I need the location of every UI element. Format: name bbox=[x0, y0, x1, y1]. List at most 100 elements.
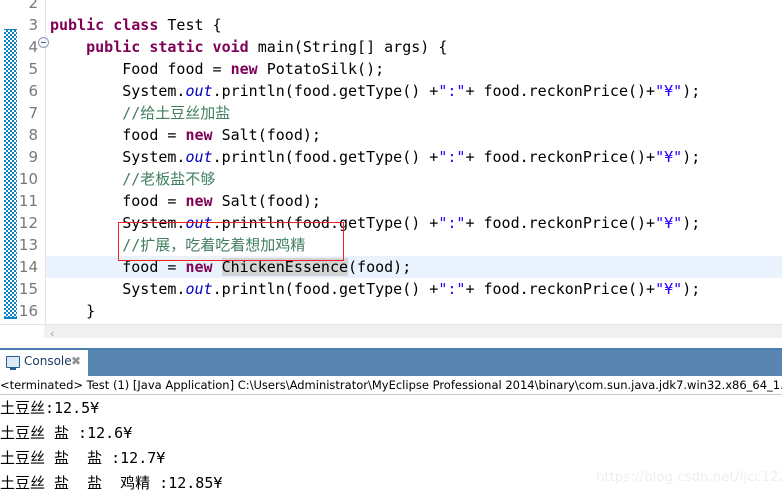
line-number: 2 bbox=[28, 0, 38, 12]
code-line[interactable]: 7 //给土豆丝加盐 bbox=[0, 102, 782, 124]
red-annotation-rectangle bbox=[118, 222, 344, 261]
editor-horizontal-scrollbar[interactable] bbox=[0, 324, 782, 338]
code-line[interactable]: 16 } bbox=[0, 300, 782, 322]
line-text: System.out.println(food.getType() +":"+ … bbox=[50, 278, 700, 300]
code-token: main(String[] args) { bbox=[257, 38, 448, 56]
console-output-line: 土豆丝:12.5¥ bbox=[0, 399, 100, 417]
line-text: food = new Salt(food); bbox=[50, 190, 321, 212]
fold-collapse-icon[interactable] bbox=[38, 37, 49, 48]
code-line[interactable]: 10 //老板盐不够 bbox=[0, 168, 782, 190]
code-token: ":" bbox=[438, 82, 466, 100]
line-number: 8 bbox=[28, 126, 38, 144]
line-number: 3 bbox=[28, 16, 38, 34]
code-token: ); bbox=[682, 148, 701, 166]
code-editor[interactable]: 2 3 public class Test {4 public static voi… bbox=[0, 0, 782, 338]
code-token: ); bbox=[682, 280, 701, 298]
code-token: new bbox=[185, 126, 222, 144]
code-token: out bbox=[185, 82, 213, 100]
tab-console[interactable]: Console ✖ bbox=[0, 350, 88, 376]
code-line[interactable]: 9 System.out.println(food.getType() +":"… bbox=[0, 146, 782, 168]
code-token: ":" bbox=[438, 280, 466, 298]
code-token: (food); bbox=[348, 258, 412, 276]
console-icon bbox=[6, 356, 20, 370]
line-number: 13 bbox=[18, 236, 38, 254]
code-token: .println(food.getType() + bbox=[212, 280, 439, 298]
line-text: Food food = new PotatoSilk(); bbox=[50, 58, 384, 80]
code-token: Salt(food); bbox=[221, 192, 321, 210]
code-token: Salt(food); bbox=[221, 126, 321, 144]
line-number: 15 bbox=[18, 280, 38, 298]
line-text: System.out.println(food.getType() +":"+ … bbox=[50, 146, 700, 168]
code-token: + food.reckonPrice()+ bbox=[465, 280, 656, 298]
code-token: "¥" bbox=[655, 214, 683, 232]
code-token: } bbox=[50, 302, 96, 320]
code-token: ":" bbox=[438, 214, 466, 232]
code-token: public static void bbox=[86, 38, 258, 56]
code-token: ":" bbox=[438, 148, 466, 166]
console-output-line: 土豆丝 盐 :12.6¥ bbox=[0, 424, 133, 442]
code-token: .println(food.getType() + bbox=[212, 148, 439, 166]
editor-scrollbar-thumb[interactable] bbox=[0, 325, 44, 338]
line-text: System.out.println(food.getType() +":"+ … bbox=[50, 80, 700, 102]
code-line[interactable]: 6 System.out.println(food.getType() +":"… bbox=[0, 80, 782, 102]
console-status-divider bbox=[0, 394, 782, 395]
line-number: 12 bbox=[18, 214, 38, 232]
code-token: new bbox=[185, 192, 222, 210]
code-token: System. bbox=[50, 82, 186, 100]
code-line[interactable]: 11 food = new Salt(food); bbox=[0, 190, 782, 212]
view-sash[interactable] bbox=[0, 339, 782, 348]
tab-console-label: Console bbox=[24, 354, 72, 368]
line-number: 16 bbox=[18, 302, 38, 320]
code-token: food = bbox=[50, 126, 186, 144]
line-text: public class Test { bbox=[50, 14, 222, 36]
code-token: ); bbox=[682, 214, 701, 232]
watermark: https://blog.csdn.net/ljcc122 bbox=[596, 470, 782, 485]
code-token: Test { bbox=[167, 16, 222, 34]
code-token: .println(food.getType() + bbox=[212, 82, 439, 100]
scroll-left-arrow-icon[interactable]: ‹ bbox=[50, 327, 54, 338]
console-output-line: 土豆丝 盐 盐 :12.7¥ bbox=[0, 449, 166, 467]
code-line[interactable]: 3 public class Test { bbox=[0, 14, 782, 36]
line-text: //老板盐不够 bbox=[50, 168, 215, 190]
code-line[interactable]: 15 System.out.println(food.getType() +":… bbox=[0, 278, 782, 300]
code-line[interactable]: 5 Food food = new PotatoSilk(); bbox=[0, 58, 782, 80]
code-token: + food.reckonPrice()+ bbox=[465, 82, 656, 100]
code-token: out bbox=[185, 280, 213, 298]
console-status-line: <terminated> Test (1) [Java Application]… bbox=[0, 378, 782, 392]
line-number: 7 bbox=[28, 104, 38, 122]
code-token: System. bbox=[50, 280, 186, 298]
code-token: //给土豆丝加盐 bbox=[122, 104, 231, 122]
code-token: food = bbox=[50, 192, 186, 210]
code-token: + food.reckonPrice()+ bbox=[465, 148, 656, 166]
code-token: ); bbox=[682, 82, 701, 100]
code-token: "¥" bbox=[655, 82, 683, 100]
line-number: 4 bbox=[28, 38, 38, 56]
line-text: } bbox=[50, 300, 95, 322]
line-number: 10 bbox=[18, 170, 38, 188]
code-token: public class bbox=[50, 16, 168, 34]
line-number: 11 bbox=[18, 192, 38, 210]
line-text: //给土豆丝加盐 bbox=[50, 102, 230, 124]
close-icon[interactable]: ✖ bbox=[71, 354, 81, 368]
code-token: new bbox=[230, 60, 267, 78]
code-token: System. bbox=[50, 148, 186, 166]
code-line[interactable]: 8 food = new Salt(food); bbox=[0, 124, 782, 146]
console-tabbar bbox=[0, 350, 782, 376]
line-number: 6 bbox=[28, 82, 38, 100]
code-token: "¥" bbox=[655, 280, 683, 298]
code-line[interactable]: 4 public static void main(String[] args)… bbox=[0, 36, 782, 58]
code-line[interactable]: 2 bbox=[0, 0, 782, 14]
line-number: 9 bbox=[28, 148, 38, 166]
code-token: //老板盐不够 bbox=[122, 170, 216, 188]
line-text: food = new Salt(food); bbox=[50, 124, 321, 146]
code-token: "¥" bbox=[655, 148, 683, 166]
code-token: out bbox=[185, 148, 213, 166]
line-text: public static void main(String[] args) { bbox=[50, 36, 447, 58]
line-number: 5 bbox=[28, 60, 38, 78]
line-number: 14 bbox=[18, 258, 38, 276]
code-token: PotatoSilk(); bbox=[266, 60, 385, 78]
